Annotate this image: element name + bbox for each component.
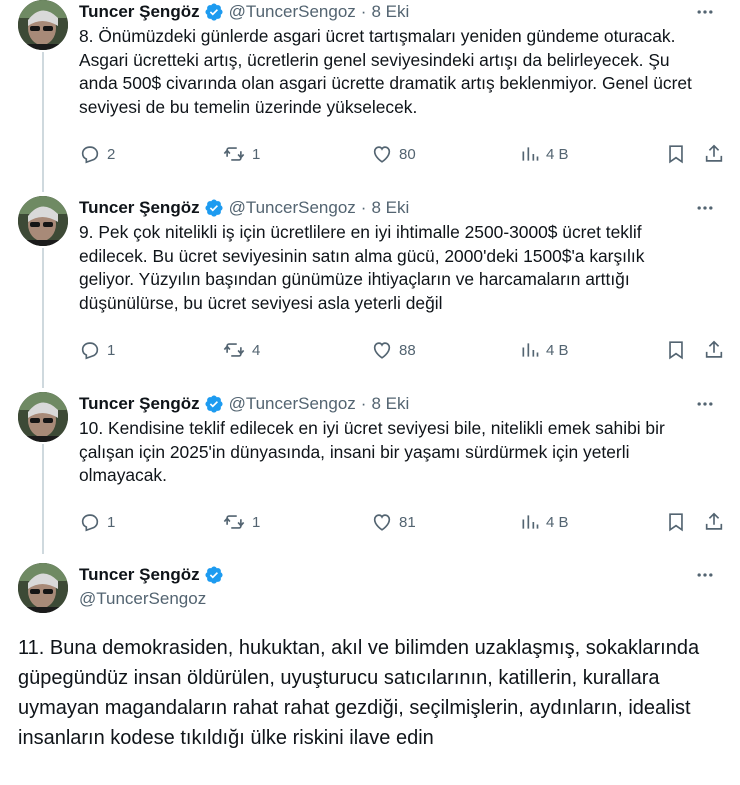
tweet-actions: 1 1 81 4 B xyxy=(79,511,725,535)
bookmark-icon xyxy=(669,145,683,164)
like-count: 88 xyxy=(399,341,416,359)
share-icon xyxy=(705,512,723,530)
bookmark-icon xyxy=(669,341,683,360)
share-button[interactable] xyxy=(703,511,725,533)
share-icon xyxy=(705,144,723,162)
bookmark-icon xyxy=(669,513,683,532)
views-icon xyxy=(522,343,539,357)
reply-icon xyxy=(81,514,99,532)
bookmark-button[interactable] xyxy=(665,511,687,533)
like-button[interactable]: 88 xyxy=(371,339,416,361)
reply-count: 2 xyxy=(107,145,116,163)
tweet-header: Tuncer Şengöz @TuncerSengoz · 8 Eki xyxy=(79,196,409,220)
view-count: 4 B xyxy=(546,145,569,163)
focused-tweet-header: Tuncer Şengöz @TuncerSengoz xyxy=(79,563,224,609)
heart-icon xyxy=(373,146,391,163)
retweet-count: 4 xyxy=(252,341,261,359)
like-count: 81 xyxy=(399,513,416,531)
like-button[interactable]: 80 xyxy=(371,143,416,165)
reply-button[interactable]: 1 xyxy=(79,339,115,361)
tweet[interactable]: Tuncer Şengöz @TuncerSengoz · 8 Eki 10. … xyxy=(0,392,740,552)
tweet-text: 9. Pek çok nitelikli iş için ücretlilere… xyxy=(79,222,645,313)
author-handle[interactable]: @TuncerSengoz xyxy=(79,589,224,609)
retweet-button[interactable]: 4 xyxy=(222,339,260,361)
tweet-date[interactable]: 8 Eki xyxy=(371,2,409,22)
more-icon[interactable] xyxy=(692,196,718,220)
reply-count: 1 xyxy=(107,513,116,531)
share-icon xyxy=(705,340,723,358)
views-icon xyxy=(522,515,539,529)
retweet-icon xyxy=(223,515,245,529)
avatar[interactable] xyxy=(18,563,68,613)
verified-badge-icon xyxy=(205,566,223,584)
reply-count: 1 xyxy=(107,341,116,359)
avatar[interactable] xyxy=(18,196,68,246)
separator: · xyxy=(360,198,367,217)
views-icon xyxy=(522,147,539,161)
retweet-button[interactable]: 1 xyxy=(222,143,260,165)
tweet-actions: 1 4 88 4 B xyxy=(79,339,725,363)
retweet-icon xyxy=(223,343,245,357)
author-name[interactable]: Tuncer Şengöz xyxy=(79,394,200,414)
tweet[interactable]: Tuncer Şengöz @TuncerSengoz · 8 Eki 8. Ö… xyxy=(0,0,740,190)
reply-button[interactable]: 2 xyxy=(79,143,115,165)
views-button[interactable]: 4 B xyxy=(520,143,569,165)
focused-tweet-text: 11. Buna demokrasiden, hukuktan, akıl ve… xyxy=(18,637,700,749)
author-name[interactable]: Tuncer Şengöz xyxy=(79,2,200,22)
tweet-text: 10. Kendisine teklif edilecek en iyi ücr… xyxy=(79,418,665,485)
view-count: 4 B xyxy=(546,513,569,531)
tweet-header: Tuncer Şengöz @TuncerSengoz · 8 Eki xyxy=(79,392,409,416)
retweet-count: 1 xyxy=(252,513,261,531)
view-count: 4 B xyxy=(546,341,569,359)
retweet-icon xyxy=(223,147,245,161)
heart-icon xyxy=(373,514,391,531)
author-handle[interactable]: @TuncerSengoz xyxy=(229,2,356,22)
tweet[interactable]: Tuncer Şengöz @TuncerSengoz · 8 Eki 9. P… xyxy=(0,196,740,386)
avatar[interactable] xyxy=(18,392,68,442)
author-handle[interactable]: @TuncerSengoz xyxy=(229,394,356,414)
more-icon[interactable] xyxy=(692,392,718,416)
separator: · xyxy=(360,2,367,21)
author-handle[interactable]: @TuncerSengoz xyxy=(229,198,356,218)
bookmark-button[interactable] xyxy=(665,339,687,361)
views-button[interactable]: 4 B xyxy=(520,339,569,361)
author-name[interactable]: Tuncer Şengöz xyxy=(79,198,200,218)
views-button[interactable]: 4 B xyxy=(520,511,569,533)
reply-icon xyxy=(81,342,99,360)
like-button[interactable]: 81 xyxy=(371,511,416,533)
more-icon[interactable] xyxy=(692,563,718,587)
tweet-actions: 2 1 80 4 B xyxy=(79,143,725,167)
author-name[interactable]: Tuncer Şengöz xyxy=(79,565,200,585)
reply-button[interactable]: 1 xyxy=(79,511,115,533)
verified-badge-icon xyxy=(205,395,223,413)
tweet-header: Tuncer Şengöz @TuncerSengoz · 8 Eki xyxy=(79,0,409,24)
verified-badge-icon xyxy=(205,3,223,21)
share-button[interactable] xyxy=(703,143,725,165)
avatar[interactable] xyxy=(18,0,68,50)
retweet-button[interactable]: 1 xyxy=(222,511,260,533)
reply-icon xyxy=(81,146,99,164)
separator: · xyxy=(360,394,367,413)
more-icon[interactable] xyxy=(692,0,718,24)
tweet-date[interactable]: 8 Eki xyxy=(371,394,409,414)
like-count: 80 xyxy=(399,145,416,163)
retweet-count: 1 xyxy=(252,145,261,163)
share-button[interactable] xyxy=(703,339,725,361)
heart-icon xyxy=(373,342,391,359)
bookmark-button[interactable] xyxy=(665,143,687,165)
tweet-text: 8. Önümüzdeki günlerde asgari ücret tart… xyxy=(79,26,692,117)
tweet-date[interactable]: 8 Eki xyxy=(371,198,409,218)
verified-badge-icon xyxy=(205,199,223,217)
